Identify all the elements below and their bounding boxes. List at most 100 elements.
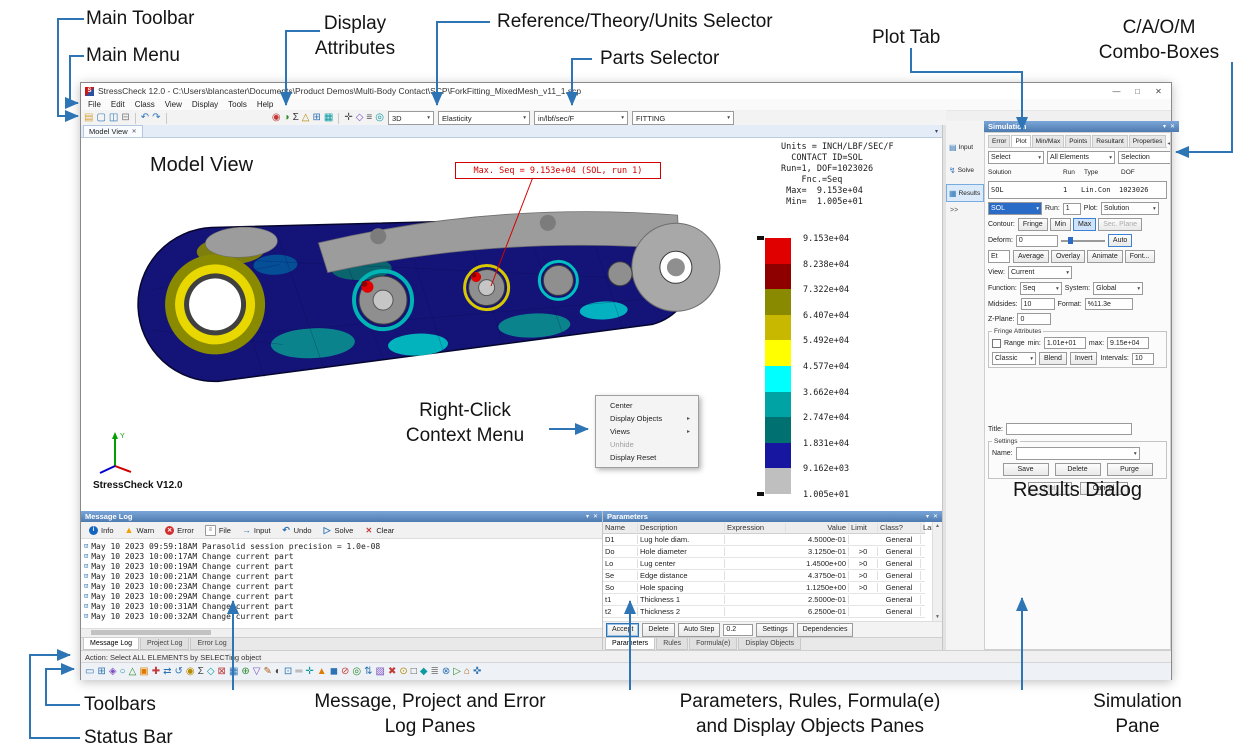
parts-combo[interactable]: FITTING▾ (632, 111, 734, 125)
title-input[interactable] (1006, 423, 1132, 435)
zplane-input[interactable]: 0 (1017, 313, 1051, 325)
close-button[interactable]: ✕ (1150, 87, 1167, 96)
menu-tools[interactable]: Tools (223, 100, 252, 109)
tab-error-log[interactable]: Error Log (190, 638, 233, 650)
file-button[interactable]: ≡File (205, 525, 231, 536)
menu-edit[interactable]: Edit (106, 100, 130, 109)
error-button[interactable]: ✕Error (165, 526, 194, 535)
units-combo[interactable]: in/lbf/sec/F▾ (534, 111, 628, 125)
system-combo[interactable]: Global ▾ (1093, 282, 1143, 295)
parameter-row[interactable]: SoHole spacing1.1250e+00>0General05 (603, 582, 925, 594)
sim-tab-error[interactable]: Error (988, 135, 1010, 147)
auto-step-button[interactable]: Auto Step (678, 623, 721, 637)
bottom-tool-icon[interactable]: ◈ (109, 667, 117, 677)
min-input[interactable]: 1.01e+01 (1044, 337, 1086, 349)
column-name[interactable]: Name (603, 523, 638, 532)
bottom-tool-icon[interactable]: Σ (198, 667, 204, 677)
rail-solve[interactable]: ↯Solve (946, 161, 984, 179)
open-icon[interactable]: ▤ (84, 113, 93, 123)
points-icon[interactable]: ◇ (356, 113, 364, 123)
tab-rules[interactable]: Rules (656, 638, 688, 650)
bottom-tool-icon[interactable]: ⊙ (399, 667, 407, 677)
max-input[interactable]: 9.15e+04 (1107, 337, 1149, 349)
contour-min-button[interactable]: Min (1050, 218, 1071, 231)
menu-view[interactable]: View (160, 100, 187, 109)
bottom-tool-icon[interactable]: ⊞ (97, 667, 105, 677)
overlay-button[interactable]: Overlay (1051, 250, 1085, 263)
parameter-row[interactable]: LoLug center1.4500e+00>0General03 (603, 558, 925, 570)
purge-button[interactable]: Purge (1107, 463, 1153, 476)
scrollbar-thumb[interactable] (91, 630, 211, 635)
chevron-down-icon[interactable]: ▾ (935, 128, 938, 135)
menu-class[interactable]: Class (130, 100, 160, 109)
tab-close-icon[interactable]: ✕ (132, 128, 137, 135)
info-button[interactable]: iInfo (89, 526, 114, 535)
column-class[interactable]: Class? (878, 523, 921, 532)
bottom-tool-icon[interactable]: ✛ (305, 667, 313, 677)
pane-menu-icon[interactable]: ▾ (1163, 123, 1166, 130)
sim-tab-plot[interactable]: Plot (1011, 135, 1030, 147)
bottom-tool-icon[interactable]: ▧ (376, 667, 385, 677)
sim-tab-properties[interactable]: Properties (1129, 135, 1167, 147)
bottom-tool-icon[interactable]: ◎ (352, 667, 361, 677)
et-combo[interactable]: Et (988, 250, 1010, 263)
log-entry[interactable]: ⊡May 10 2023 10:00:29AM Change current p… (84, 591, 602, 601)
function-combo[interactable]: Seq ▾ (1020, 282, 1062, 295)
log-entry[interactable]: ⊡May 10 2023 10:00:23AM Change current p… (84, 581, 602, 591)
log-entry[interactable]: ⊡May 10 2023 10:00:19AM Change current p… (84, 561, 602, 571)
auto-button[interactable]: Auto (1108, 234, 1132, 247)
pane-close-icon[interactable]: ✕ (593, 513, 598, 520)
elements-icon[interactable]: ▦ (324, 113, 333, 123)
context-menu-item-display-objects[interactable]: Display Objects▸ (596, 412, 698, 425)
print-icon[interactable]: ⊟ (121, 113, 129, 123)
bottom-tool-icon[interactable]: ▭ (85, 667, 94, 677)
parameter-row[interactable]: DoHole diameter3.1250e-01>0General02 (603, 546, 925, 558)
tab-parameters[interactable]: Parameters (605, 638, 655, 650)
menu-help[interactable]: Help (252, 100, 278, 109)
save-icon[interactable]: ◫ (109, 113, 118, 123)
parameter-row[interactable]: SeEdge distance4.3750e-01>0General04 (603, 570, 925, 582)
bottom-tool-icon[interactable]: ◆ (420, 667, 428, 677)
crosshair-icon[interactable]: ✛ (344, 113, 352, 123)
bottom-tool-icon[interactable]: □ (411, 667, 417, 677)
solution-combo[interactable]: SOL ▾ (988, 202, 1042, 215)
tab-message-log[interactable]: Message Log (83, 638, 139, 650)
clear-button[interactable]: ✕Clear (364, 526, 394, 535)
column-expression[interactable]: Expression (725, 523, 786, 532)
font-button[interactable]: Font... (1125, 250, 1155, 263)
bottom-tool-icon[interactable]: ⇄ (163, 667, 171, 677)
new-icon[interactable]: ▢ (96, 113, 105, 123)
combo-select[interactable]: Select▾ (988, 151, 1044, 164)
bottom-tool-icon[interactable]: ⊕ (241, 667, 249, 677)
parameter-row[interactable]: D1Lug hole diam.4.5000e-01General01 (603, 534, 925, 546)
solve-button[interactable]: ▷Solve (323, 526, 354, 535)
midsides-input[interactable]: 10 (1021, 298, 1055, 310)
column-value[interactable]: Value (786, 523, 849, 532)
log-entry[interactable]: ⊡May 10 2023 10:00:32AM Change current p… (84, 611, 602, 621)
sum-icon[interactable]: Σ (293, 113, 299, 123)
vertical-scrollbar[interactable]: ▲ ▼ (932, 522, 942, 621)
context-menu-item-views[interactable]: Views▸ (596, 425, 698, 438)
invert-button[interactable]: Invert (1070, 352, 1098, 365)
bottom-tool-icon[interactable]: ◇ (207, 667, 215, 677)
display-attributes-icon[interactable]: ◉ (272, 113, 281, 123)
tab-model-view[interactable]: Model View ✕ (83, 125, 143, 137)
mesh-icon[interactable]: △ (302, 113, 310, 123)
target-icon[interactable]: ◎ (375, 113, 384, 123)
parameter-row[interactable]: t2Thickness 26.2500e-01General07 (603, 606, 925, 618)
bottom-tool-icon[interactable]: ◐ (275, 667, 281, 677)
bottom-tool-icon[interactable]: △ (129, 667, 137, 677)
list-icon[interactable]: ≡ (366, 113, 372, 123)
bottom-tool-icon[interactable]: ≣ (431, 667, 439, 677)
bottom-tool-icon[interactable]: ✜ (473, 667, 481, 677)
pane-menu-icon[interactable]: ▾ (926, 513, 929, 520)
bottom-tool-icon[interactable]: ⊡ (284, 667, 292, 677)
log-entry[interactable]: ⊡May 10 2023 10:00:21AM Change current p… (84, 571, 602, 581)
deform-input[interactable]: 0 (1016, 235, 1058, 247)
bottom-tool-icon[interactable]: ▦ (229, 667, 238, 677)
bottom-tool-icon[interactable]: ⌂ (464, 667, 470, 677)
context-menu-item-center[interactable]: Center (596, 399, 698, 412)
tab-display-objects[interactable]: Display Objects (738, 638, 801, 650)
tab-project-log[interactable]: Project Log (140, 638, 189, 650)
animate-button[interactable]: Animate (1087, 250, 1123, 263)
